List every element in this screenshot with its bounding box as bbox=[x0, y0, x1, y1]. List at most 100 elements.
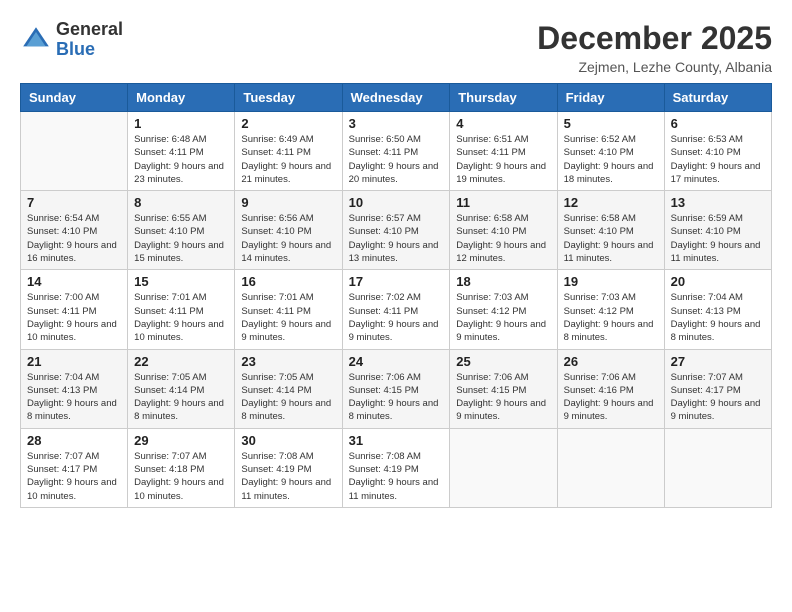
calendar-week-row: 21 Sunrise: 7:04 AMSunset: 4:13 PMDayligh… bbox=[21, 349, 772, 428]
weekday-header-thursday: Thursday bbox=[450, 84, 557, 112]
day-info: Sunrise: 7:03 AMSunset: 4:12 PMDaylight:… bbox=[456, 291, 550, 344]
calendar-cell: 18 Sunrise: 7:03 AMSunset: 4:12 PMDayligh… bbox=[450, 270, 557, 349]
day-number: 15 bbox=[134, 274, 228, 289]
calendar-cell: 3Sunrise: 6:50 AMSunset: 4:11 PMDaylight… bbox=[342, 112, 450, 191]
day-number: 5 bbox=[564, 116, 658, 131]
day-number: 26 bbox=[564, 354, 658, 369]
calendar-week-row: 1 Sunrise: 6:48 AMSunset: 4:11 PMDaylight… bbox=[21, 112, 772, 191]
day-number: 10 bbox=[349, 195, 444, 210]
calendar-cell: 28 Sunrise: 7:07 AMSunset: 4:17 PMDayligh… bbox=[21, 428, 128, 507]
day-info: Sunrise: 7:05 AMSunset: 4:14 PMDaylight:… bbox=[241, 371, 335, 424]
day-info: Sunrise: 7:05 AMSunset: 4:14 PMDaylight:… bbox=[134, 371, 228, 424]
weekday-header-sunday: Sunday bbox=[21, 84, 128, 112]
day-info: Sunrise: 7:08 AMSunset: 4:19 PMDaylight:… bbox=[241, 450, 335, 503]
day-info: Sunrise: 6:49 AMSunset: 4:11 PMDaylight:… bbox=[241, 133, 335, 186]
calendar-cell: 8 Sunrise: 6:55 AMSunset: 4:10 PMDaylight… bbox=[128, 191, 235, 270]
day-info: Sunrise: 6:51 AMSunset: 4:11 PMDaylight:… bbox=[456, 133, 550, 186]
day-info: Sunrise: 7:06 AMSunset: 4:15 PMDaylight:… bbox=[349, 371, 444, 424]
calendar-cell: 31Sunrise: 7:08 AMSunset: 4:19 PMDayligh… bbox=[342, 428, 450, 507]
weekday-header-saturday: Saturday bbox=[664, 84, 771, 112]
title-block: December 2025 Zejmen, Lezhe County, Alba… bbox=[537, 20, 772, 75]
day-number: 21 bbox=[27, 354, 121, 369]
page-header: General Blue December 2025 Zejmen, Lezhe… bbox=[20, 20, 772, 75]
calendar-cell: 11Sunrise: 6:58 AMSunset: 4:10 PMDayligh… bbox=[450, 191, 557, 270]
calendar-cell: 2Sunrise: 6:49 AMSunset: 4:11 PMDaylight… bbox=[235, 112, 342, 191]
weekday-header-friday: Friday bbox=[557, 84, 664, 112]
calendar-cell: 22Sunrise: 7:05 AMSunset: 4:14 PMDayligh… bbox=[128, 349, 235, 428]
calendar-cell: 16 Sunrise: 7:01 AMSunset: 4:11 PMDayligh… bbox=[235, 270, 342, 349]
day-number: 17 bbox=[349, 274, 444, 289]
day-info: Sunrise: 6:52 AMSunset: 4:10 PMDaylight:… bbox=[564, 133, 658, 186]
day-number: 27 bbox=[671, 354, 765, 369]
day-info: Sunrise: 6:58 AMSunset: 4:10 PMDaylight:… bbox=[456, 212, 550, 265]
calendar-cell: 7 Sunrise: 6:54 AMSunset: 4:10 PMDaylight… bbox=[21, 191, 128, 270]
calendar-table: SundayMondayTuesdayWednesdayThursdayFrid… bbox=[20, 83, 772, 508]
day-info: Sunrise: 7:07 AMSunset: 4:18 PMDaylight:… bbox=[134, 450, 228, 503]
calendar-cell: 27 Sunrise: 7:07 AMSunset: 4:17 PMDayligh… bbox=[664, 349, 771, 428]
day-number: 18 bbox=[456, 274, 550, 289]
calendar-cell: 15 Sunrise: 7:01 AMSunset: 4:11 PMDayligh… bbox=[128, 270, 235, 349]
logo-icon bbox=[20, 24, 52, 56]
calendar-cell: 17 Sunrise: 7:02 AMSunset: 4:11 PMDayligh… bbox=[342, 270, 450, 349]
day-number: 8 bbox=[134, 195, 228, 210]
day-info: Sunrise: 6:59 AMSunset: 4:10 PMDaylight:… bbox=[671, 212, 765, 265]
calendar-cell: 13Sunrise: 6:59 AMSunset: 4:10 PMDayligh… bbox=[664, 191, 771, 270]
calendar-cell: 12 Sunrise: 6:58 AMSunset: 4:10 PMDayligh… bbox=[557, 191, 664, 270]
calendar-cell: 14 Sunrise: 7:00 AMSunset: 4:11 PMDayligh… bbox=[21, 270, 128, 349]
location: Zejmen, Lezhe County, Albania bbox=[537, 59, 772, 75]
day-info: Sunrise: 6:53 AMSunset: 4:10 PMDaylight:… bbox=[671, 133, 765, 186]
day-info: Sunrise: 7:08 AMSunset: 4:19 PMDaylight:… bbox=[349, 450, 444, 503]
day-info: Sunrise: 7:07 AMSunset: 4:17 PMDaylight:… bbox=[671, 371, 765, 424]
day-info: Sunrise: 7:07 AMSunset: 4:17 PMDaylight:… bbox=[27, 450, 121, 503]
calendar-week-row: 28 Sunrise: 7:07 AMSunset: 4:17 PMDayligh… bbox=[21, 428, 772, 507]
day-info: Sunrise: 6:56 AMSunset: 4:10 PMDaylight:… bbox=[241, 212, 335, 265]
day-number: 7 bbox=[27, 195, 121, 210]
calendar-cell: 19Sunrise: 7:03 AMSunset: 4:12 PMDayligh… bbox=[557, 270, 664, 349]
day-number: 12 bbox=[564, 195, 658, 210]
day-number: 3 bbox=[349, 116, 444, 131]
calendar-week-row: 7 Sunrise: 6:54 AMSunset: 4:10 PMDaylight… bbox=[21, 191, 772, 270]
calendar-cell: 1 Sunrise: 6:48 AMSunset: 4:11 PMDaylight… bbox=[128, 112, 235, 191]
logo-text: General Blue bbox=[56, 20, 123, 60]
day-info: Sunrise: 7:06 AMSunset: 4:15 PMDaylight:… bbox=[456, 371, 550, 424]
day-number: 28 bbox=[27, 433, 121, 448]
calendar-cell: 24 Sunrise: 7:06 AMSunset: 4:15 PMDayligh… bbox=[342, 349, 450, 428]
calendar-cell bbox=[664, 428, 771, 507]
day-number: 9 bbox=[241, 195, 335, 210]
day-number: 14 bbox=[27, 274, 121, 289]
calendar-cell bbox=[21, 112, 128, 191]
day-info: Sunrise: 7:06 AMSunset: 4:16 PMDaylight:… bbox=[564, 371, 658, 424]
day-info: Sunrise: 7:02 AMSunset: 4:11 PMDaylight:… bbox=[349, 291, 444, 344]
day-info: Sunrise: 6:58 AMSunset: 4:10 PMDaylight:… bbox=[564, 212, 658, 265]
logo: General Blue bbox=[20, 20, 123, 60]
day-info: Sunrise: 6:57 AMSunset: 4:10 PMDaylight:… bbox=[349, 212, 444, 265]
day-info: Sunrise: 6:48 AMSunset: 4:11 PMDaylight:… bbox=[134, 133, 228, 186]
day-number: 24 bbox=[349, 354, 444, 369]
calendar-cell bbox=[450, 428, 557, 507]
calendar-week-row: 14 Sunrise: 7:00 AMSunset: 4:11 PMDayligh… bbox=[21, 270, 772, 349]
day-info: Sunrise: 7:04 AMSunset: 4:13 PMDaylight:… bbox=[671, 291, 765, 344]
day-info: Sunrise: 7:00 AMSunset: 4:11 PMDaylight:… bbox=[27, 291, 121, 344]
month-title: December 2025 bbox=[537, 20, 772, 57]
calendar-cell: 29 Sunrise: 7:07 AMSunset: 4:18 PMDayligh… bbox=[128, 428, 235, 507]
day-number: 30 bbox=[241, 433, 335, 448]
day-info: Sunrise: 7:01 AMSunset: 4:11 PMDaylight:… bbox=[241, 291, 335, 344]
calendar-cell: 20Sunrise: 7:04 AMSunset: 4:13 PMDayligh… bbox=[664, 270, 771, 349]
calendar-cell: 9 Sunrise: 6:56 AMSunset: 4:10 PMDaylight… bbox=[235, 191, 342, 270]
calendar-cell: 25Sunrise: 7:06 AMSunset: 4:15 PMDayligh… bbox=[450, 349, 557, 428]
day-number: 29 bbox=[134, 433, 228, 448]
weekday-header-row: SundayMondayTuesdayWednesdayThursdayFrid… bbox=[21, 84, 772, 112]
day-info: Sunrise: 7:01 AMSunset: 4:11 PMDaylight:… bbox=[134, 291, 228, 344]
day-number: 4 bbox=[456, 116, 550, 131]
weekday-header-tuesday: Tuesday bbox=[235, 84, 342, 112]
day-number: 1 bbox=[134, 116, 228, 131]
day-info: Sunrise: 6:54 AMSunset: 4:10 PMDaylight:… bbox=[27, 212, 121, 265]
day-info: Sunrise: 7:03 AMSunset: 4:12 PMDaylight:… bbox=[564, 291, 658, 344]
day-info: Sunrise: 6:55 AMSunset: 4:10 PMDaylight:… bbox=[134, 212, 228, 265]
calendar-cell: 21 Sunrise: 7:04 AMSunset: 4:13 PMDayligh… bbox=[21, 349, 128, 428]
calendar-cell: 4 Sunrise: 6:51 AMSunset: 4:11 PMDaylight… bbox=[450, 112, 557, 191]
day-number: 16 bbox=[241, 274, 335, 289]
calendar-cell bbox=[557, 428, 664, 507]
day-info: Sunrise: 7:04 AMSunset: 4:13 PMDaylight:… bbox=[27, 371, 121, 424]
calendar-cell: 26 Sunrise: 7:06 AMSunset: 4:16 PMDayligh… bbox=[557, 349, 664, 428]
